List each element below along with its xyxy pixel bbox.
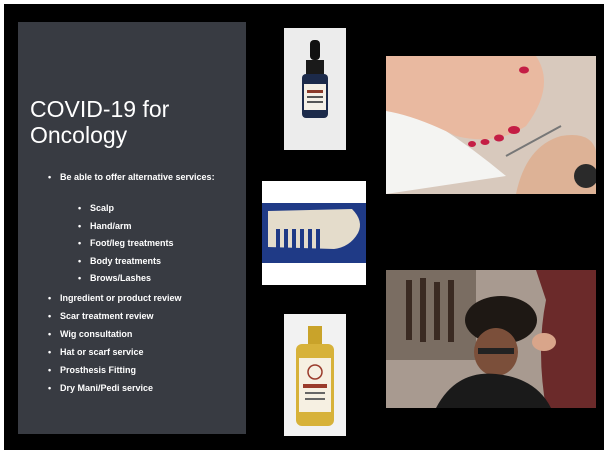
oil-bottle-photo xyxy=(284,314,346,436)
bullet-item: Hat or scarf service xyxy=(48,347,240,365)
bullet-item: Prosthesis Fitting xyxy=(48,365,240,383)
pedicure-icon xyxy=(386,56,596,194)
main-bullet-list: Ingredient or product review Scar treatm… xyxy=(48,293,240,401)
sub-bullet-list: Scalp Hand/arm Foot/leg treatments Body … xyxy=(78,203,240,291)
hair-styling-icon xyxy=(386,270,596,408)
hair-styling-photo xyxy=(386,270,596,408)
bullet-item: Scar treatment review xyxy=(48,311,240,329)
oil-bottle-icon xyxy=(284,314,346,436)
pedicure-photo xyxy=(386,56,596,194)
bullet-item: Ingredient or product review xyxy=(48,293,240,311)
stone-comb-icon xyxy=(262,181,366,285)
intro-bullet-list: Be able to offer alternative services: xyxy=(48,172,238,183)
sub-bullet-item: Brows/Lashes xyxy=(78,273,240,291)
slide-title: COVID-19 for Oncology xyxy=(30,96,170,148)
bullet-item: Dry Mani/Pedi service xyxy=(48,383,240,401)
bullet-item: Wig consultation xyxy=(48,329,240,347)
stone-comb-photo xyxy=(262,181,366,285)
dropper-bottle-photo xyxy=(284,28,346,150)
sub-bullet-item: Scalp xyxy=(78,203,240,221)
dropper-bottle-icon xyxy=(284,28,346,150)
sub-bullet-item: Foot/leg treatments xyxy=(78,238,240,256)
sub-bullet-item: Hand/arm xyxy=(78,221,240,239)
intro-bullet: Be able to offer alternative services: xyxy=(48,172,238,183)
sub-bullet-item: Body treatments xyxy=(78,256,240,274)
